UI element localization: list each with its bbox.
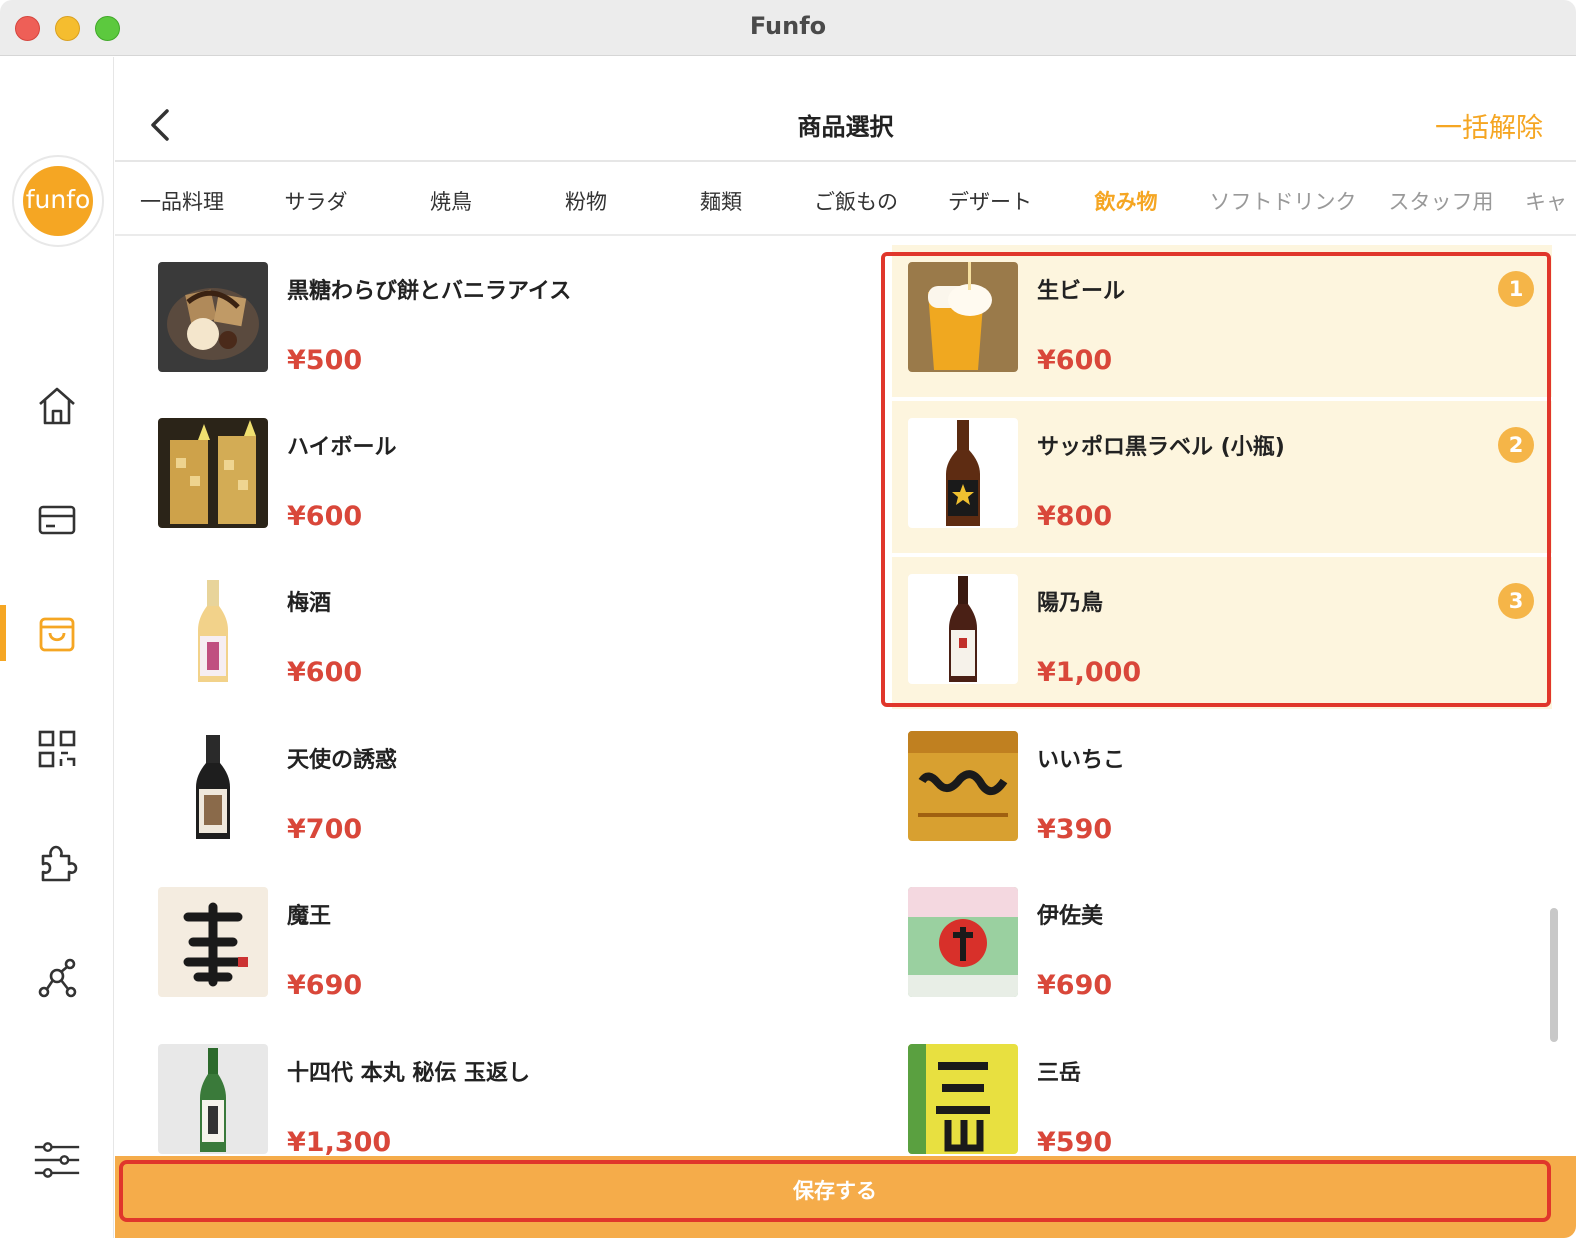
product-name: 天使の誘惑 (287, 748, 398, 773)
puzzle-icon[interactable] (33, 840, 81, 888)
product-card[interactable]: 天使の誘惑 ¥700 (142, 714, 802, 866)
product-image (158, 574, 268, 684)
product-card[interactable]: 魔王 ¥690 (142, 870, 802, 1022)
product-image (908, 262, 1018, 372)
product-image (158, 731, 268, 841)
tab-konamono[interactable]: 粉物 (519, 164, 653, 234)
network-icon[interactable] (33, 954, 81, 1002)
app-window: Funfo funfo 商品選択 一括解除 一品料理 サラダ 焼鳥 粉物 麺類 … (0, 0, 1576, 1238)
product-name: 伊佐美 (1037, 904, 1104, 929)
product-price: ¥600 (1037, 345, 1113, 376)
product-card[interactable]: ハイボール ¥600 (142, 401, 802, 553)
product-name: サッポロ黒ラベル (小瓶) (1037, 435, 1285, 460)
tab-soft-drinks[interactable]: ソフトドリンク (1195, 164, 1371, 234)
product-name: 三岳 (1037, 1061, 1082, 1086)
product-name: 生ビール (1037, 279, 1126, 304)
home-icon[interactable] (33, 382, 81, 430)
sidebar: funfo (0, 57, 114, 1238)
window-title: Funfo (749, 12, 827, 40)
save-button[interactable]: 保存する (119, 1160, 1551, 1222)
page-title: 商品選択 (797, 113, 894, 141)
product-image (908, 574, 1018, 684)
product-image (158, 418, 268, 528)
title-bar: Funfo (0, 0, 1576, 56)
main-panel: 商品選択 一括解除 一品料理 サラダ 焼鳥 粉物 麺類 ご飯もの デザート 飲み… (115, 57, 1576, 1238)
product-price: ¥1,300 (287, 1127, 392, 1158)
selection-order-badge: 1 (1498, 271, 1534, 307)
product-price: ¥700 (287, 814, 363, 845)
category-tabs: 一品料理 サラダ 焼鳥 粉物 麺類 ご飯もの デザート 飲み物 ソフトドリンク … (115, 164, 1576, 236)
product-price: ¥590 (1037, 1127, 1113, 1158)
product-price: ¥600 (287, 657, 363, 688)
product-name: 十四代 本丸 秘伝 玉返し (287, 1061, 530, 1086)
product-image (908, 418, 1018, 528)
tab-salad[interactable]: サラダ (249, 164, 383, 234)
page-header: 商品選択 一括解除 (115, 57, 1576, 162)
product-image (908, 1044, 1018, 1154)
product-image (158, 887, 268, 997)
active-nav-indicator (0, 605, 6, 661)
product-image (908, 887, 1018, 997)
product-card[interactable]: いいちこ ¥390 (892, 714, 1552, 866)
scrollbar-thumb[interactable] (1550, 908, 1558, 1042)
save-bar: 保存する (115, 1156, 1576, 1238)
product-price: ¥800 (1037, 501, 1113, 532)
selection-order-badge: 2 (1498, 427, 1534, 463)
qr-code-icon[interactable] (33, 725, 81, 773)
product-card-selected[interactable]: 生ビール ¥600 1 (892, 245, 1552, 397)
product-price: ¥600 (287, 501, 363, 532)
product-image (158, 262, 268, 372)
product-name: 梅酒 (287, 591, 332, 616)
product-name: 魔王 (287, 904, 332, 929)
product-name: 黒糖わらび餅とバニラアイス (287, 279, 572, 304)
product-card[interactable]: 梅酒 ¥600 (142, 557, 802, 709)
tab-noodles[interactable]: 麺類 (654, 164, 788, 234)
card-icon[interactable] (33, 496, 81, 544)
product-name: 陽乃鳥 (1037, 591, 1104, 616)
selection-order-badge: 3 (1498, 583, 1534, 619)
product-card-selected[interactable]: サッポロ黒ラベル (小瓶) ¥800 2 (892, 401, 1552, 553)
settings-sliders-icon[interactable] (33, 1136, 81, 1184)
product-price: ¥390 (1037, 814, 1113, 845)
bulk-clear-button[interactable]: 一括解除 (1435, 106, 1543, 145)
product-card[interactable]: 黒糖わらび餅とバニラアイス ¥500 (142, 245, 802, 397)
product-price: ¥1,000 (1037, 657, 1142, 688)
tab-rice[interactable]: ご飯もの (789, 164, 923, 234)
logo: funfo (12, 155, 104, 247)
product-image (908, 731, 1018, 841)
product-name: ハイボール (287, 435, 397, 460)
product-price: ¥500 (287, 345, 363, 376)
product-card[interactable]: 伊佐美 ¥690 (892, 870, 1552, 1022)
tab-ippin[interactable]: 一品料理 (115, 164, 249, 234)
product-price: ¥690 (287, 970, 363, 1001)
product-card[interactable]: 三岳 ¥590 (892, 1027, 1552, 1158)
product-card[interactable]: 十四代 本丸 秘伝 玉返し ¥1,300 (142, 1027, 802, 1158)
tab-staff[interactable]: スタッフ用 (1371, 164, 1511, 234)
product-grid: 黒糖わらび餅とバニラアイス ¥500 ハイボール ¥600 梅酒 ¥600 天使… (115, 238, 1576, 1158)
tab-dessert[interactable]: デザート (923, 164, 1057, 234)
tab-more[interactable]: キャ (1525, 164, 1576, 234)
product-price: ¥690 (1037, 970, 1113, 1001)
logo-text: funfo (23, 166, 93, 236)
shopping-bag-icon[interactable] (33, 610, 81, 658)
tab-yakitori[interactable]: 焼鳥 (384, 164, 518, 234)
product-image (158, 1044, 268, 1154)
product-card-selected[interactable]: 陽乃鳥 ¥1,000 3 (892, 557, 1552, 709)
tab-drinks[interactable]: 飲み物 (1059, 164, 1193, 234)
product-name: いいちこ (1037, 748, 1126, 773)
